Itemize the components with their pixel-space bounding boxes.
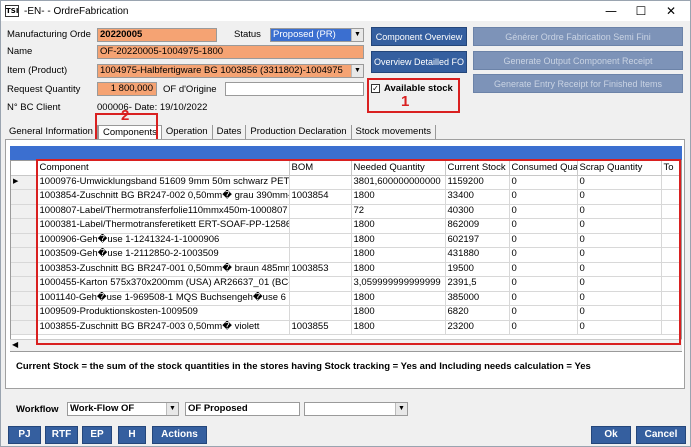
tab-bar: General Information Components Operation…	[5, 125, 437, 139]
qty-label: Request Quantity	[7, 84, 81, 95]
mo-number-field[interactable]: 20220005	[97, 28, 217, 42]
chevron-down-icon: ▼	[351, 29, 363, 41]
origin-field[interactable]	[225, 82, 364, 96]
status-select[interactable]: Proposed (PR) ▼	[270, 28, 364, 42]
minimize-icon[interactable]: —	[596, 1, 626, 21]
row-selector[interactable]	[11, 247, 38, 263]
row-selector[interactable]	[11, 189, 38, 205]
bc-label: N° BC Client	[7, 102, 61, 113]
tab-production-declaration[interactable]: Production Declaration	[246, 125, 352, 139]
name-label: Name	[7, 46, 33, 57]
app-logo-icon: TSI	[5, 5, 19, 17]
ok-button[interactable]: Ok	[591, 426, 631, 444]
name-field[interactable]: OF-20220005-1004975-1800	[97, 45, 364, 59]
ep-button[interactable]: EP	[82, 426, 112, 444]
origin-label: OF d'Origine	[163, 84, 217, 95]
scroll-left-icon[interactable]: ◀	[12, 340, 18, 349]
chevron-down-icon: ▼	[166, 403, 178, 415]
generer-semi-fini-button[interactable]: Générer Ordre Fabrication Semi Fini	[473, 27, 683, 46]
tab-dates[interactable]: Dates	[213, 125, 247, 139]
qty-field[interactable]: 1 800,000	[97, 82, 157, 96]
row-selector[interactable]	[11, 320, 38, 335]
workflow-select[interactable]: Work-Flow OF ▼	[67, 402, 179, 416]
h-button[interactable]: H	[118, 426, 146, 444]
workflow-label: Workflow	[16, 404, 59, 415]
overview-detailled-button[interactable]: Overview Detailled FO	[371, 51, 467, 73]
generate-output-receipt-button[interactable]: Generate Output Component Receipt	[473, 51, 683, 70]
grid-group-bar	[10, 146, 682, 160]
row-selector-header	[11, 161, 38, 176]
item-value: 1004975-Halbfertigware BG 1003856 (33118…	[100, 65, 343, 76]
close-icon[interactable]: ✕	[656, 1, 686, 21]
annotation-box-1	[367, 78, 460, 113]
row-selector[interactable]	[11, 204, 38, 219]
status-value: Proposed (PR)	[273, 29, 336, 40]
window: TSI -EN- - OrdreFabrication — ☐ ✕ Manufa…	[0, 0, 691, 447]
chevron-down-icon: ▼	[351, 65, 363, 77]
workflow-state-field[interactable]: OF Proposed	[185, 402, 300, 416]
row-selector[interactable]	[11, 276, 38, 292]
pj-button[interactable]: PJ	[8, 426, 41, 444]
row-selector[interactable]	[11, 218, 38, 234]
current-row-indicator[interactable]: ▶	[11, 175, 38, 190]
status-label: Status	[234, 29, 261, 40]
actions-button[interactable]: Actions	[152, 426, 207, 444]
row-selector[interactable]	[11, 291, 38, 306]
maximize-icon[interactable]: ☐	[626, 1, 656, 21]
row-selector[interactable]	[11, 233, 38, 248]
item-label: Item (Product)	[7, 65, 68, 76]
annotation-box-grid	[36, 159, 681, 345]
row-selector[interactable]	[11, 262, 38, 277]
mo-label: Manufacturing Orde	[7, 29, 91, 40]
window-title: -EN- - OrdreFabrication	[24, 5, 129, 17]
tab-general-information[interactable]: General Information	[5, 125, 98, 139]
annotation-number-1: 1	[401, 93, 410, 110]
tab-operation[interactable]: Operation	[162, 125, 213, 139]
bc-value: 000006- Date: 19/10/2022	[97, 102, 208, 113]
cancel-button[interactable]: Cancel	[636, 426, 686, 444]
title-bar: TSI -EN- - OrdreFabrication — ☐ ✕	[1, 1, 690, 21]
workflow-extra-select[interactable]: ▼	[304, 402, 408, 416]
component-overview-button[interactable]: Component Overview	[371, 27, 467, 46]
tab-stock-movements[interactable]: Stock movements	[352, 125, 437, 139]
rtf-button[interactable]: RTF	[45, 426, 78, 444]
item-select[interactable]: 1004975-Halbfertigware BG 1003856 (33118…	[97, 64, 364, 78]
annotation-number-2: 2	[121, 107, 130, 124]
current-stock-note: Current Stock = the sum of the stock qua…	[16, 361, 591, 372]
generate-entry-receipt-button[interactable]: Generate Entry Receipt for Finished Item…	[473, 74, 683, 93]
workflow-value: Work-Flow OF	[70, 403, 135, 414]
chevron-down-icon: ▼	[395, 403, 407, 415]
row-selector[interactable]	[11, 305, 38, 321]
